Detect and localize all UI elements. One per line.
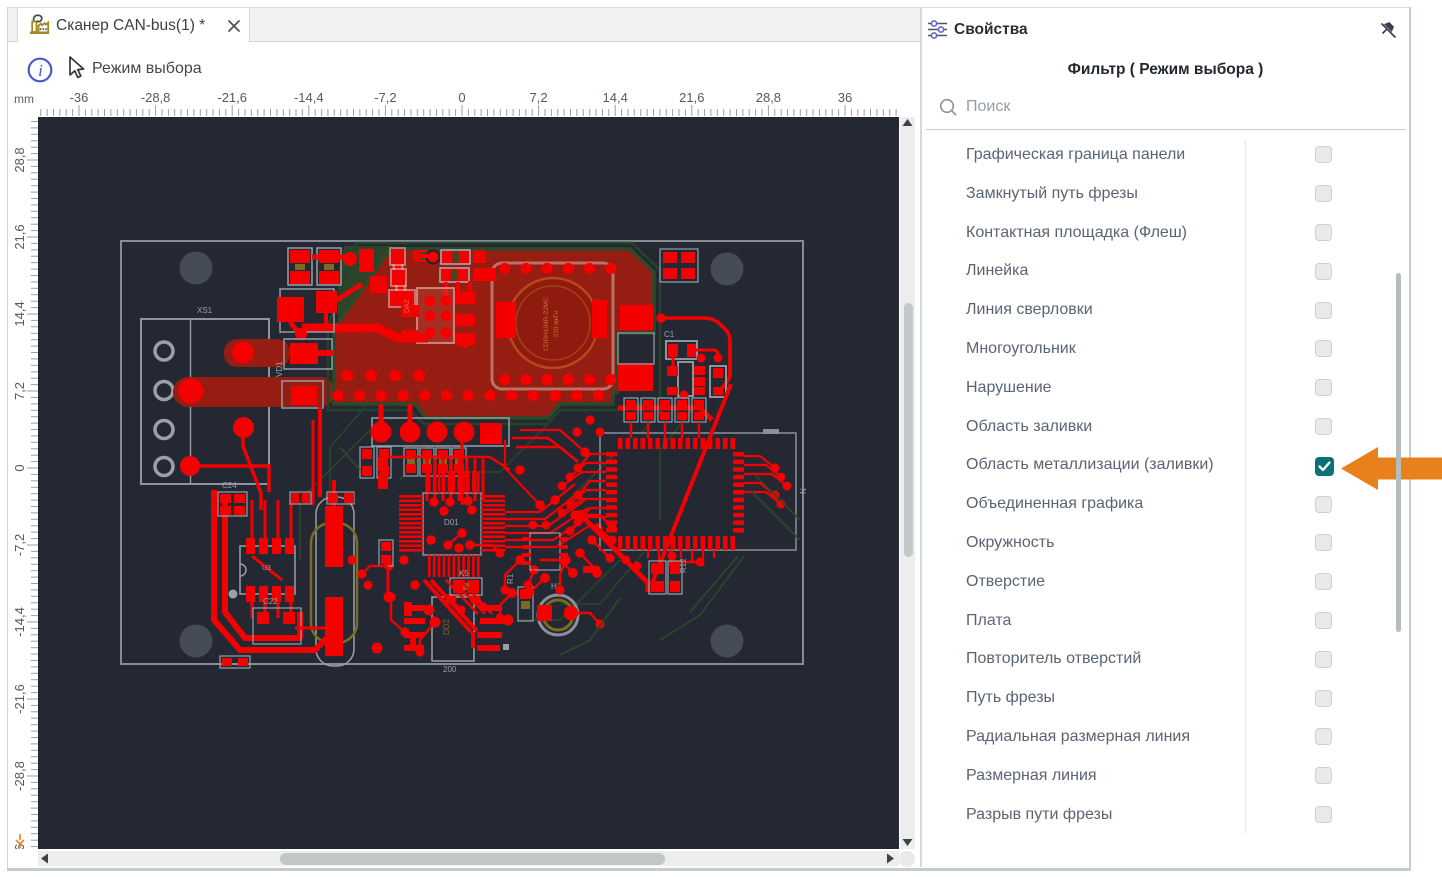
svg-text:-28,8: -28,8 (141, 90, 171, 105)
svg-text:14,4: 14,4 (12, 301, 27, 326)
svg-text:DD2: DD2 (442, 618, 451, 635)
svg-text:-7,2: -7,2 (12, 534, 27, 556)
svg-text:21,6: 21,6 (679, 90, 704, 105)
svg-text:C1: C1 (664, 330, 675, 339)
svg-text:-14,4: -14,4 (294, 90, 324, 105)
svg-text:36: 36 (838, 90, 852, 105)
svg-text:i: i (38, 61, 43, 80)
svg-text:R12: R12 (679, 558, 688, 573)
svg-text:28,8: 28,8 (756, 90, 781, 105)
svg-text:28,8: 28,8 (12, 147, 27, 172)
svg-text:200: 200 (443, 665, 457, 674)
svg-text:N: N (799, 488, 808, 494)
svg-text:0: 0 (458, 90, 465, 105)
svg-text:C22: C22 (263, 597, 278, 606)
svg-text:-21,6: -21,6 (12, 684, 27, 714)
svg-text:VD1: VD1 (275, 361, 284, 377)
svg-text:-36: -36 (70, 90, 89, 105)
svg-text:-14,4: -14,4 (12, 607, 27, 637)
svg-text:0: 0 (12, 464, 27, 471)
svg-text:CDRH104R-22MC: CDRH104R-22MC (543, 297, 550, 351)
svg-text:21,6: 21,6 (12, 224, 27, 249)
svg-text:C24: C24 (222, 481, 237, 490)
svg-text:-7,2: -7,2 (374, 90, 396, 105)
svg-text:14,4: 14,4 (603, 90, 628, 105)
svg-text:XS1: XS1 (197, 306, 213, 315)
svg-text:K5: K5 (459, 569, 469, 578)
svg-text:-21,6: -21,6 (217, 90, 247, 105)
svg-text:R1: R1 (506, 573, 515, 584)
svg-text:-28,8: -28,8 (12, 761, 27, 791)
svg-text:7,2: 7,2 (530, 90, 548, 105)
svg-text:DA2: DA2 (404, 299, 411, 313)
svg-text:D01: D01 (444, 518, 459, 527)
svg-text:7,2: 7,2 (12, 382, 27, 400)
svg-text:220 мкГн: 220 мкГн (553, 310, 560, 337)
svg-text:U3: U3 (262, 565, 271, 572)
